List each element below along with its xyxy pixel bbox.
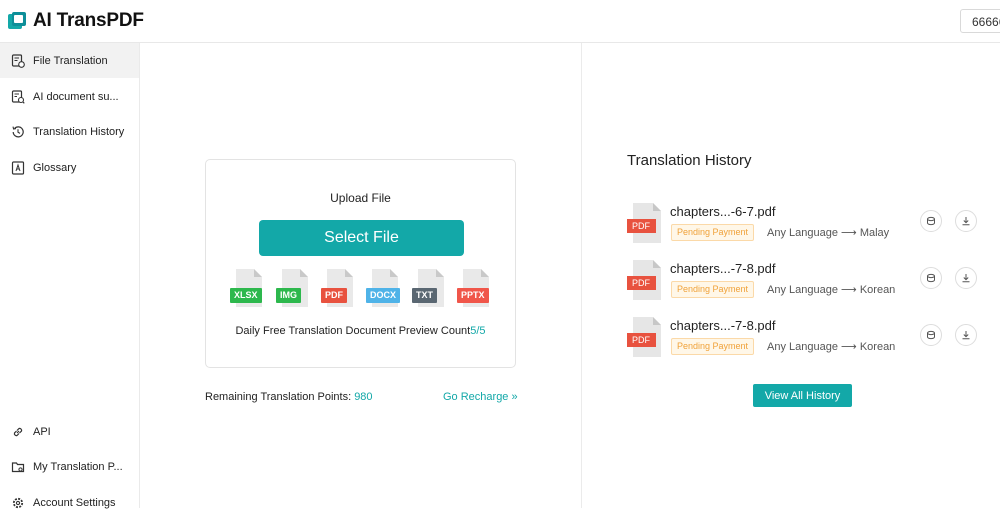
supported-formats: XLSX IMG PDF DOCX TXT PPTX bbox=[230, 269, 500, 311]
folder-icon bbox=[11, 461, 25, 472]
glossary-icon bbox=[11, 160, 25, 175]
format-label: TXT bbox=[412, 288, 437, 303]
history-item[interactable]: PDF chapters...-7-8.pdf Pending Payment … bbox=[627, 317, 987, 361]
download-button[interactable] bbox=[955, 324, 977, 346]
file-type-label: PDF bbox=[632, 278, 650, 288]
sidebar: File Translation AI document su... Trans… bbox=[0, 43, 140, 509]
payment-button[interactable] bbox=[920, 267, 942, 289]
upload-title: Upload File bbox=[330, 191, 391, 205]
history-file-name: chapters...-6-7.pdf bbox=[670, 204, 776, 219]
history-item[interactable]: PDF chapters...-6-7.pdf Pending Payment … bbox=[627, 203, 987, 247]
user-account-button[interactable]: 666666 bbox=[960, 9, 1000, 33]
sidebar-item-my-translation[interactable]: My Translation P... bbox=[0, 449, 139, 484]
sidebar-item-glossary[interactable]: Glossary bbox=[0, 150, 139, 185]
sidebar-item-ai-document[interactable]: AI document su... bbox=[0, 79, 139, 114]
daily-preview-count: Daily Free Translation Document Preview … bbox=[206, 325, 515, 337]
remaining-points-label: Remaining Translation Points: bbox=[205, 391, 355, 403]
download-icon bbox=[962, 331, 970, 340]
download-button[interactable] bbox=[955, 210, 977, 232]
payment-button[interactable] bbox=[920, 324, 942, 346]
file-translate-icon bbox=[11, 53, 25, 68]
panel-divider bbox=[581, 43, 582, 508]
select-file-button[interactable]: Select File bbox=[259, 220, 464, 256]
sidebar-item-account-settings[interactable]: Account Settings bbox=[0, 485, 139, 520]
language-pair: Any Language ⟶ Malay bbox=[767, 227, 890, 239]
img-format-icon: IMG bbox=[276, 269, 312, 311]
document-ai-icon bbox=[11, 89, 25, 104]
docx-format-icon: DOCX bbox=[366, 269, 402, 311]
language-pair: Any Language ⟶ Korean bbox=[767, 284, 896, 296]
link-icon bbox=[13, 427, 23, 436]
sidebar-item-label: AI document su... bbox=[33, 90, 119, 103]
logo-icon bbox=[8, 12, 26, 29]
sidebar-item-translation-history[interactable]: Translation History bbox=[0, 114, 139, 149]
history-icon bbox=[12, 125, 24, 137]
go-recharge-label: Go Recharge bbox=[443, 391, 509, 403]
history-file-name: chapters...-7-8.pdf bbox=[670, 318, 776, 333]
language-pair: Any Language ⟶ Korean bbox=[767, 341, 896, 353]
pdf-format-icon: PDF bbox=[321, 269, 357, 311]
format-label: IMG bbox=[276, 288, 301, 303]
pptx-format-icon: PPTX bbox=[457, 269, 493, 311]
download-icon bbox=[962, 217, 970, 226]
coins-icon bbox=[927, 273, 935, 283]
app-logo[interactable]: AI TransPDF bbox=[8, 10, 144, 32]
daily-preview-value: 5/5 bbox=[470, 325, 486, 337]
sidebar-item-label: API bbox=[33, 425, 51, 438]
gear-icon bbox=[12, 497, 24, 508]
remaining-points-value: 980 bbox=[354, 391, 373, 403]
payment-button[interactable] bbox=[920, 210, 942, 232]
history-item[interactable]: PDF chapters...-7-8.pdf Pending Payment … bbox=[627, 260, 987, 304]
format-label: PPTX bbox=[457, 288, 489, 303]
coins-icon bbox=[927, 216, 935, 226]
file-type-label: PDF bbox=[632, 335, 650, 345]
remaining-points: Remaining Translation Points: 980 bbox=[205, 391, 373, 403]
download-icon bbox=[962, 274, 970, 283]
sidebar-item-file-translation[interactable]: File Translation bbox=[0, 43, 139, 78]
sidebar-item-label: File Translation bbox=[33, 54, 108, 67]
upload-card[interactable]: Upload File Select File XLSX IMG PDF DOC… bbox=[205, 159, 516, 368]
txt-format-icon: TXT bbox=[412, 269, 448, 311]
history-title: Translation History bbox=[627, 152, 752, 169]
sidebar-item-label: Glossary bbox=[33, 161, 77, 174]
app-title: AI TransPDF bbox=[33, 10, 144, 31]
daily-preview-label: Daily Free Translation Document Preview … bbox=[235, 325, 471, 337]
xlsx-format-icon: XLSX bbox=[230, 269, 266, 311]
download-button[interactable] bbox=[955, 267, 977, 289]
file-type-label: PDF bbox=[632, 221, 650, 231]
status-badge: Pending Payment bbox=[671, 281, 755, 298]
status-badge: Pending Payment bbox=[671, 224, 755, 241]
sidebar-item-api[interactable]: API bbox=[0, 414, 139, 449]
double-chevron-right-icon: » bbox=[508, 391, 518, 403]
sidebar-item-label: Account Settings bbox=[33, 496, 116, 509]
view-all-history-button[interactable]: View All History bbox=[753, 384, 852, 407]
top-header: AI TransPDF 666666 bbox=[0, 0, 1000, 43]
format-label: PDF bbox=[321, 288, 347, 303]
history-file-name: chapters...-7-8.pdf bbox=[670, 261, 776, 276]
coins-icon bbox=[927, 330, 935, 340]
format-label: DOCX bbox=[366, 288, 401, 303]
format-label: XLSX bbox=[230, 288, 262, 303]
go-recharge-link[interactable]: Go Recharge » bbox=[443, 391, 518, 403]
status-badge: Pending Payment bbox=[671, 338, 755, 355]
sidebar-item-label: My Translation P... bbox=[33, 460, 123, 473]
sidebar-item-label: Translation History bbox=[33, 125, 125, 138]
